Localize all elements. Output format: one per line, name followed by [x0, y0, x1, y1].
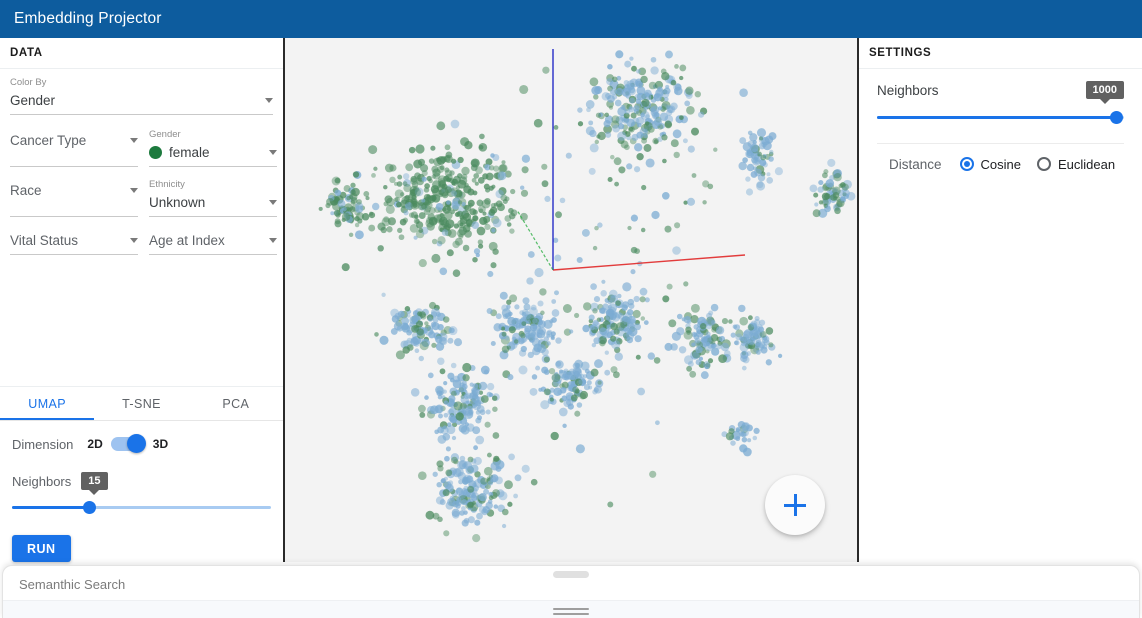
app-title: Embedding Projector [14, 10, 162, 27]
data-panel-spacer [0, 255, 283, 387]
color-by-label: Color By [10, 77, 47, 88]
distance-label: Distance [889, 156, 942, 172]
embedding-projector-app: Embedding Projector DATA Color By Gender [0, 0, 1142, 618]
dimension-row: Dimension 2D 3D [12, 433, 271, 455]
chevron-down-icon [269, 149, 277, 155]
settings-neighbors-head: Neighbors 1000 [877, 79, 1124, 104]
settings-neighbors-slider[interactable] [877, 107, 1124, 127]
add-button[interactable] [765, 475, 825, 535]
semantic-search-panel [2, 565, 1140, 618]
projection-tabs: UMAP T-SNE PCA [0, 387, 283, 421]
umap-neighbors-slider-block: Neighbors 15 [12, 471, 271, 517]
tab-pca[interactable]: PCA [189, 387, 283, 420]
distance-option-cosine[interactable]: Cosine [959, 156, 1021, 172]
settings-neighbors-slider-block: Neighbors 1000 [877, 79, 1124, 127]
distance-option-cosine-label: Cosine [980, 156, 1021, 172]
color-by-select[interactable]: Color By Gender [10, 77, 273, 115]
distance-option-euclidean[interactable]: Euclidean [1037, 157, 1115, 172]
filter-ethnicity-label: Ethnicity [149, 179, 185, 190]
x-axis [552, 254, 746, 271]
slider-thumb[interactable] [1110, 111, 1124, 124]
chevron-down-icon [130, 187, 138, 193]
filter-gender-value: female [169, 144, 210, 160]
tab-tsne[interactable]: T-SNE [94, 387, 188, 420]
settings-body: Neighbors 1000 Distance Cosine Euclidean [859, 69, 1142, 184]
umap-neighbors-head: Neighbors 15 [12, 471, 271, 495]
plus-icon [784, 494, 806, 516]
slider-thumb[interactable] [83, 501, 97, 514]
umap-neighbors-label: Neighbors [12, 473, 72, 489]
radio-cosine-icon [959, 157, 974, 171]
settings-panel: SETTINGS Neighbors 1000 Distance Cosine [857, 38, 1142, 562]
chevron-down-icon [265, 97, 273, 103]
umap-neighbors-value-tooltip: 15 [81, 472, 108, 495]
radio-euclidean-icon [1037, 157, 1051, 171]
umap-controls: Dimension 2D 3D Neighbors 15 RUN [0, 421, 283, 562]
filter-gender-label: Gender [149, 129, 181, 140]
filter-race[interactable]: Race [10, 179, 138, 217]
filter-gender[interactable]: Gender female [149, 129, 277, 167]
app-header: Embedding Projector [0, 0, 1142, 38]
panel-resize-handle-top[interactable] [553, 571, 589, 578]
tab-pca-label: PCA [222, 396, 250, 411]
distance-option-euclidean-label: Euclidean [1058, 156, 1116, 172]
color-by-value: Gender [10, 92, 56, 108]
filter-cancer-type-value: Cancer Type [10, 132, 87, 148]
dimension-option-2d[interactable]: 2D [87, 437, 102, 451]
settings-section-title: SETTINGS [859, 38, 1142, 69]
chevron-down-icon [269, 199, 277, 205]
dimension-option-3d[interactable]: 3D [153, 437, 168, 451]
slider-fill [12, 506, 90, 509]
umap-neighbors-slider[interactable] [12, 497, 271, 517]
filter-age-at-index-value: Age at Index [149, 232, 225, 248]
dimension-label: Dimension [12, 436, 74, 452]
filter-ethnicity[interactable]: Ethnicity Unknown [149, 179, 277, 217]
color-by-field-wrap: Color By Gender [10, 77, 273, 115]
settings-neighbors-label: Neighbors [877, 82, 939, 98]
dimension-toggle[interactable] [110, 434, 146, 453]
data-section-title: DATA [0, 38, 283, 69]
filter-cancer-type[interactable]: Cancer Type [10, 129, 138, 167]
chevron-down-icon [269, 237, 277, 243]
gender-color-dot [149, 145, 162, 159]
scatter-plot-canvas[interactable] [285, 38, 857, 562]
search-input[interactable] [17, 575, 521, 593]
dimension-toggle-knob [126, 434, 146, 453]
chevron-down-icon [130, 137, 138, 143]
tab-umap[interactable]: UMAP [0, 387, 95, 420]
panel-resize-handle-bottom[interactable] [553, 608, 589, 617]
run-button[interactable]: RUN [12, 535, 71, 562]
filter-race-value: Race [10, 182, 42, 198]
data-panel: DATA Color By Gender Cancer Type Gender … [0, 38, 285, 562]
filter-vital-status[interactable]: Vital Status [10, 229, 138, 255]
chevron-down-icon [130, 237, 138, 243]
filter-vital-status-value: Vital Status [10, 232, 79, 248]
tab-tsne-label: T-SNE [122, 396, 161, 411]
filter-age-at-index[interactable]: Age at Index [149, 229, 277, 255]
settings-neighbors-value-tooltip: 1000 [1085, 81, 1124, 104]
scatter-plot-svg [318, 49, 856, 543]
scatter-points-group [318, 50, 856, 543]
filters-grid: Cancer Type Gender female Race Ethnicity… [10, 129, 277, 255]
distance-row: Distance Cosine Euclidean [877, 144, 1124, 184]
filter-ethnicity-value: Unknown [149, 194, 206, 210]
slider-fill [877, 116, 1117, 119]
data-controls: Color By Gender Cancer Type Gender femal… [0, 69, 283, 255]
tab-umap-label: UMAP [28, 396, 67, 411]
